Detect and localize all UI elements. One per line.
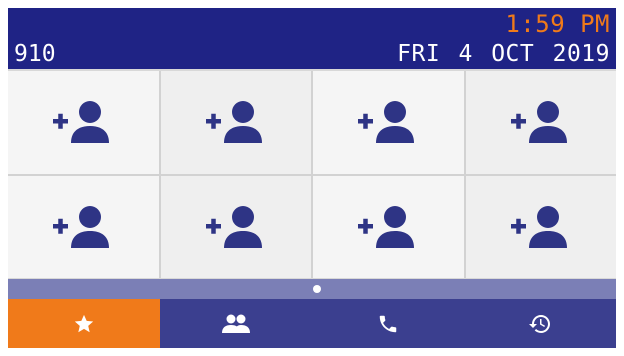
- star-icon: [74, 314, 94, 332]
- add-contact-icon: [53, 101, 110, 144]
- tab-calls[interactable]: [312, 299, 464, 348]
- phone-icon: [379, 315, 397, 332]
- current-date: FRI 4 OCT 2019: [397, 41, 610, 67]
- page-dot-active: [313, 285, 321, 293]
- clock-time: 1:59 PM: [505, 10, 610, 38]
- tab-favorites[interactable]: [8, 299, 160, 348]
- add-contact-icon: [205, 205, 262, 248]
- favorite-slot-3[interactable]: [313, 71, 464, 174]
- add-contact-icon: [358, 101, 415, 144]
- history-icon: [529, 314, 550, 333]
- favorite-slot-1[interactable]: [8, 71, 159, 174]
- bottom-tab-bar: [8, 299, 616, 348]
- add-contact-icon: [510, 205, 567, 248]
- add-contact-icon: [510, 101, 567, 144]
- favorite-slot-8[interactable]: [465, 175, 616, 278]
- favorites-grid: [8, 71, 616, 278]
- tab-history[interactable]: [464, 299, 616, 348]
- tab-contacts[interactable]: [160, 299, 312, 348]
- status-bar: 1:59 PM 910 FRI 4 OCT 2019: [8, 8, 616, 69]
- extension-number: 910: [14, 41, 56, 67]
- favorite-slot-5[interactable]: [8, 175, 159, 278]
- favorite-slot-4[interactable]: [465, 71, 616, 174]
- contacts-icon: [222, 314, 250, 333]
- add-contact-icon: [205, 101, 262, 144]
- phone-screen: 1:59 PM 910 FRI 4 OCT 2019: [8, 8, 616, 348]
- page-indicator: [8, 279, 616, 299]
- favorite-slot-6[interactable]: [160, 175, 311, 278]
- add-contact-icon: [53, 205, 110, 248]
- favorite-slot-2[interactable]: [160, 71, 311, 174]
- favorite-slot-7[interactable]: [313, 175, 464, 278]
- add-contact-icon: [358, 205, 415, 248]
